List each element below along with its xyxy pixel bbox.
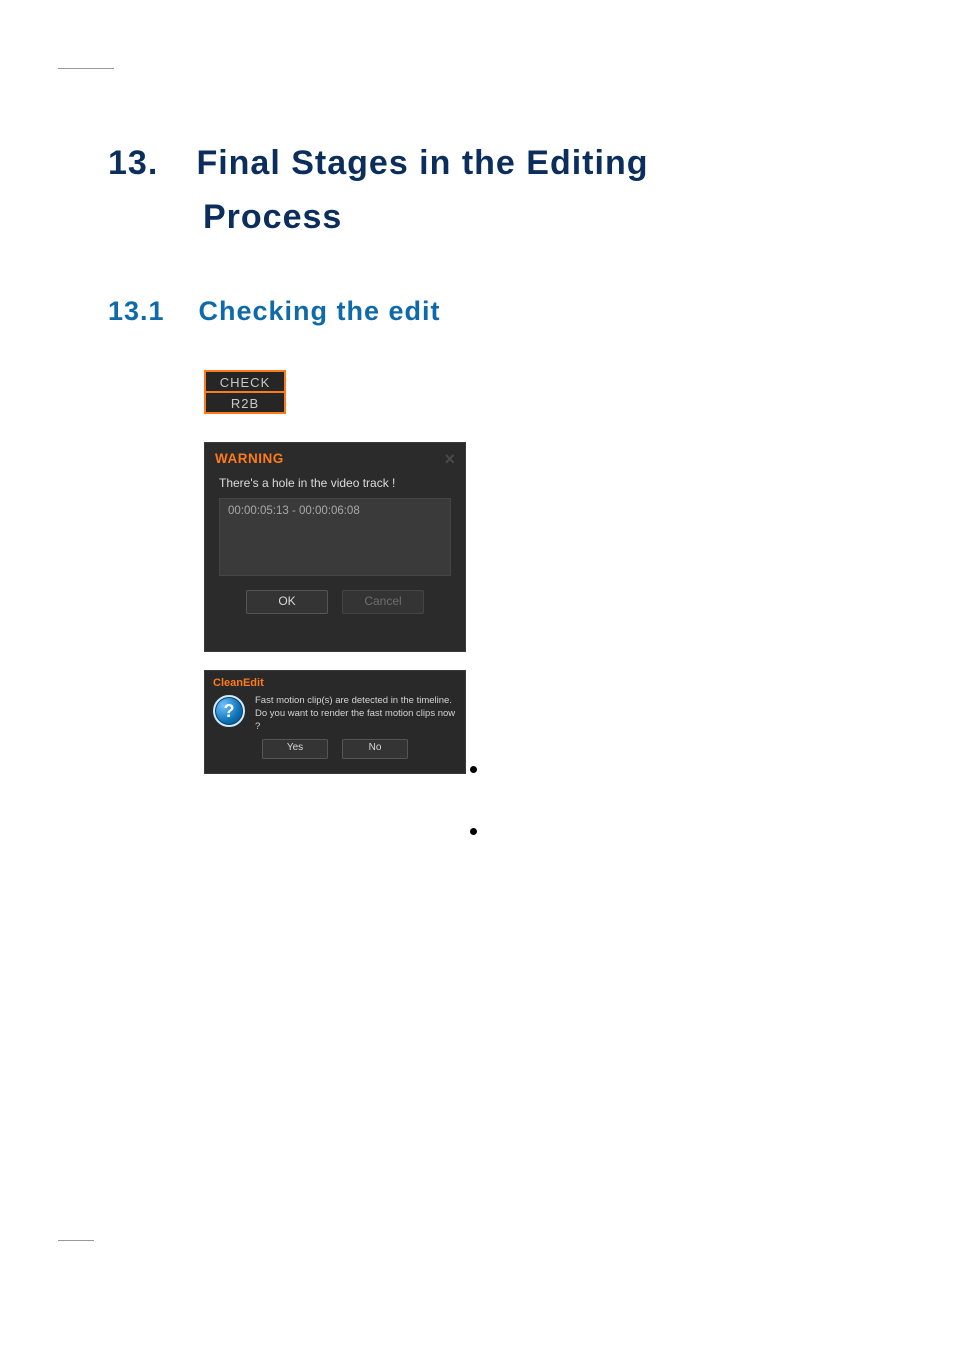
warning-message: There's a hole in the video track !: [205, 472, 465, 498]
header-rule: [58, 68, 114, 69]
cleanedit-message: Fast motion clip(s) are detected in the …: [255, 695, 457, 733]
no-button[interactable]: No: [342, 739, 408, 759]
cleanedit-message-line2: Do you want to render the fast motion cl…: [255, 708, 457, 734]
warning-title-text: WARNING: [215, 451, 284, 466]
warning-list-item[interactable]: 00:00:05:13 - 00:00:06:08: [228, 505, 442, 517]
cleanedit-dialog: CleanEdit ? Fast motion clip(s) are dete…: [204, 670, 466, 774]
chapter-title-line2: Process: [108, 190, 874, 244]
warning-button-row: OK Cancel: [205, 576, 465, 614]
warning-listbox[interactable]: 00:00:05:13 - 00:00:06:08: [219, 498, 451, 576]
cleanedit-body: ? Fast motion clip(s) are detected in th…: [205, 693, 465, 733]
cleanedit-button-row: Yes No: [205, 733, 465, 759]
close-icon[interactable]: ×: [444, 452, 455, 466]
chapter-title-line1: Final Stages in the Editing: [196, 144, 648, 182]
bullet-icon: [470, 828, 477, 835]
check-r2b-button-screenshot: CHECK R2B: [204, 370, 286, 414]
cleanedit-message-line1: Fast motion clip(s) are detected in the …: [255, 695, 457, 708]
footer-rule: [58, 1240, 94, 1241]
warning-titlebar: WARNING ×: [205, 443, 465, 472]
section-title: Checking the edit: [199, 296, 441, 326]
section-heading: 13.1 Checking the edit: [108, 296, 441, 327]
cancel-button: Cancel: [342, 590, 424, 614]
warning-dialog: WARNING × There's a hole in the video tr…: [204, 442, 466, 652]
question-icon: ?: [213, 695, 245, 727]
cleanedit-title: CleanEdit: [205, 671, 465, 693]
ok-button[interactable]: OK: [246, 590, 328, 614]
check-button-bottom[interactable]: R2B: [204, 392, 286, 414]
section-number: 13.1: [108, 296, 190, 327]
check-button-top[interactable]: CHECK: [204, 370, 286, 392]
chapter-heading: 13. Final Stages in the Editing Process: [108, 136, 874, 245]
bullet-icon: [470, 766, 477, 773]
chapter-number: 13.: [108, 136, 186, 190]
yes-button[interactable]: Yes: [262, 739, 328, 759]
